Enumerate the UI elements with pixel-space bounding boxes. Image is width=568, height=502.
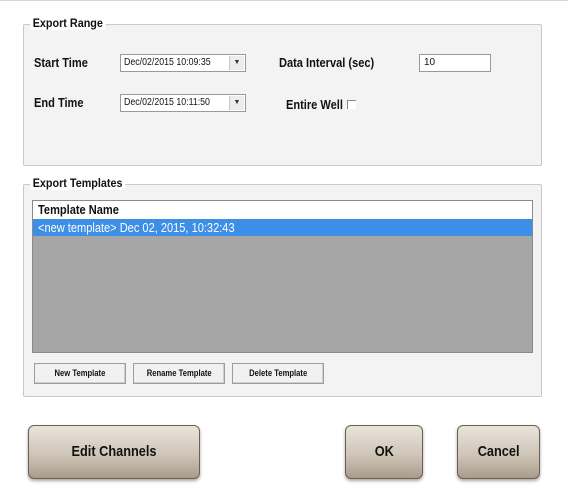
template-list[interactable]: Template Name <new template> Dec 02, 201…	[32, 200, 533, 353]
export-range-group: Export Range Start Time Dec/02/2015 10:0…	[23, 16, 542, 166]
cancel-label: Cancel	[477, 443, 520, 460]
export-templates-group: Export Templates Template Name <new temp…	[23, 176, 542, 397]
template-name-header-text: Template Name	[38, 202, 119, 217]
data-interval-input[interactable]: 10	[419, 54, 491, 72]
edit-channels-button[interactable]: Edit Channels	[28, 425, 200, 479]
new-template-label: New Template	[54, 368, 106, 378]
template-row-selected[interactable]: <new template> Dec 02, 2015, 10:32:43	[33, 219, 532, 236]
dropdown-arrow-icon[interactable]: ▼	[229, 96, 244, 110]
cancel-button[interactable]: Cancel	[457, 425, 540, 479]
top-divider	[0, 0, 568, 1]
end-time-combo[interactable]: Dec/02/2015 10:11:50 ▼	[120, 94, 246, 112]
rename-template-button[interactable]: Rename Template	[133, 363, 225, 384]
edit-channels-label: Edit Channels	[71, 443, 157, 460]
delete-template-button[interactable]: Delete Template	[232, 363, 324, 384]
data-interval-label: Data Interval (sec)	[279, 55, 375, 70]
ok-label: OK	[374, 443, 394, 460]
end-time-value: Dec/02/2015 10:11:50	[124, 97, 210, 108]
entire-well-checkbox[interactable]	[347, 100, 356, 109]
export-templates-title: Export Templates	[30, 176, 126, 190]
delete-template-label: Delete Template	[248, 368, 308, 378]
start-time-label: Start Time	[34, 55, 88, 70]
new-template-button[interactable]: New Template	[34, 363, 126, 384]
dropdown-arrow-icon[interactable]: ▼	[229, 56, 244, 70]
ok-button[interactable]: OK	[345, 425, 423, 479]
template-name-column-header[interactable]: Template Name	[33, 201, 532, 219]
rename-template-label: Rename Template	[146, 368, 212, 378]
entire-well-label: Entire Well	[286, 97, 343, 112]
start-time-value: Dec/02/2015 10:09:35	[124, 57, 211, 68]
start-time-combo[interactable]: Dec/02/2015 10:09:35 ▼	[120, 54, 246, 72]
end-time-label: End Time	[34, 95, 84, 110]
export-range-title: Export Range	[30, 16, 106, 30]
template-row-text: <new template> Dec 02, 2015, 10:32:43	[38, 220, 235, 235]
